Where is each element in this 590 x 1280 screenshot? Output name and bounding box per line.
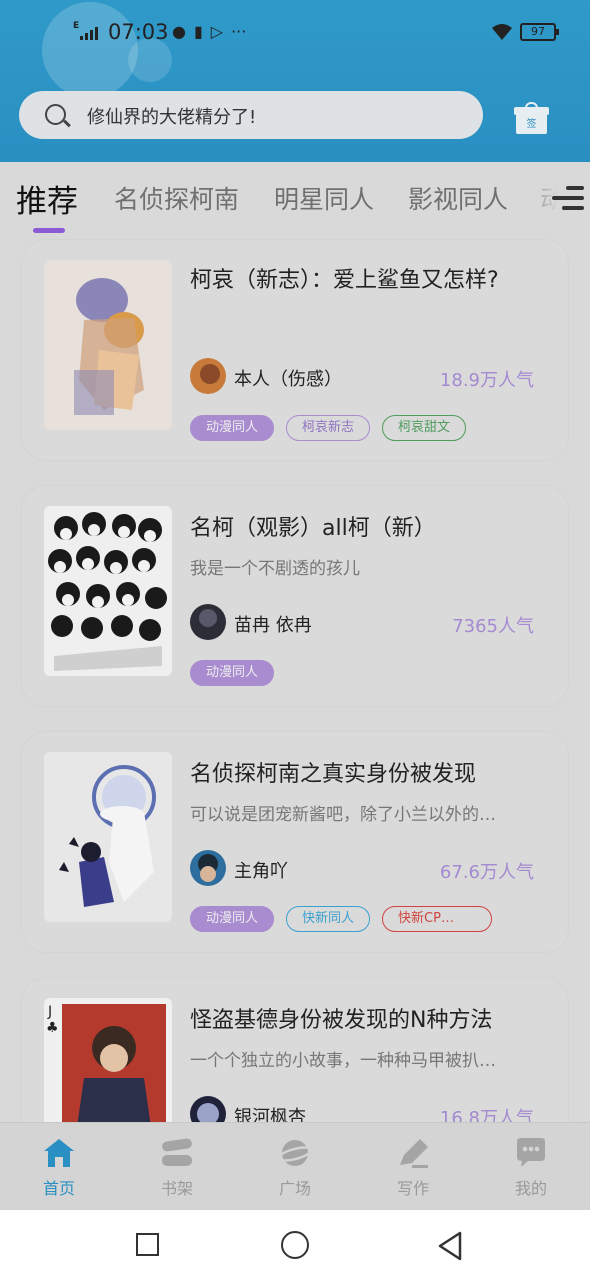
tag[interactable]: 动漫同人 (190, 660, 275, 686)
book-description: 一个个独立的小故事，一种种马甲被扒… (190, 1051, 496, 1071)
nav-me[interactable]: 我的 (491, 1137, 571, 1199)
nav-label: 我的 (514, 1179, 547, 1198)
category-menu-icon[interactable] (552, 186, 584, 214)
nav-write[interactable]: 写作 (373, 1137, 453, 1199)
nav-label: 书架 (160, 1179, 193, 1198)
decorative-bubble (42, 2, 138, 98)
nav-square[interactable]: 广场 (255, 1137, 335, 1199)
nav-label: 写作 (396, 1179, 429, 1198)
author-name: 本人（伤感） (234, 369, 342, 390)
book-title: 名柯（观影）all柯（新） (190, 516, 436, 541)
sign-in-gift-button[interactable]: 签 (514, 102, 549, 134)
notification-icons: ● ▮ ▷ ··· (172, 22, 246, 41)
more-dots-icon: ··· (231, 22, 247, 41)
tag[interactable]: 快新同人 (286, 906, 371, 932)
signal-icon (80, 26, 98, 40)
network-type: E (73, 21, 80, 31)
nav-home[interactable]: 首页 (19, 1137, 99, 1199)
book-card[interactable]: 柯哀（新志）：爱上鲨鱼又怎样? 本人（伤感） 18.9万人气 动漫同人 柯哀新志… (22, 240, 568, 460)
tab-film-tv[interactable]: 影视同人 (408, 180, 508, 216)
author-avatar (190, 604, 226, 640)
book-card[interactable]: 名柯（观影）all柯（新） 我是一个不剧透的孩儿 苗冉 依冉 7365人气 动漫… (22, 486, 568, 706)
bottom-navigation: 首页 书架 广场 写作 我的 (0, 1122, 590, 1210)
book-title: 名侦探柯南之真实身份被发现 (190, 762, 477, 787)
chat-bubble-icon (517, 1138, 545, 1167)
search-icon (45, 104, 66, 125)
book-title: 怪盗基德身份被发现的N种方法 (190, 1008, 493, 1033)
category-tabs: 推荐 名侦探柯南 明星同人 影视同人 动 (0, 162, 590, 234)
tag[interactable]: 动漫同人 (190, 415, 275, 441)
battery-indicator: 97 (520, 23, 559, 41)
search-bar[interactable]: 修仙界的大佬精分了! (19, 91, 483, 139)
popularity: 7365人气 (452, 616, 534, 637)
recent-apps-button[interactable] (136, 1233, 159, 1256)
home-button[interactable] (281, 1231, 309, 1259)
tag-list: 动漫同人 快新同人 快新CP… (190, 906, 493, 932)
nav-label: 首页 (42, 1179, 75, 1198)
book-cover (44, 260, 172, 430)
search-placeholder: 修仙界的大佬精分了! (87, 107, 257, 128)
book-card[interactable]: 名侦探柯南之真实身份被发现 可以说是团宠新酱吧，除了小兰以外的… 主角吖 67.… (22, 732, 568, 952)
status-time: 07:03 (108, 20, 169, 44)
author-name: 苗冉 依冉 (234, 615, 312, 636)
author-avatar (190, 850, 226, 886)
home-icon (44, 1139, 74, 1167)
author-name: 主角吖 (234, 861, 288, 882)
wifi-icon (490, 23, 514, 46)
book-description: 可以说是团宠新酱吧，除了小兰以外的… (190, 805, 496, 825)
svg-text:♣: ♣ (46, 1020, 59, 1036)
tag[interactable]: 柯哀新志 (286, 415, 371, 441)
tab-conan[interactable]: 名侦探柯南 (114, 180, 239, 216)
nav-bookshelf[interactable]: 书架 (137, 1137, 217, 1199)
tag-list: 动漫同人 (190, 660, 275, 686)
play-icon: ▷ (210, 22, 224, 41)
svg-text:J: J (47, 1004, 52, 1020)
tag[interactable]: 动漫同人 (190, 906, 275, 932)
tab-celebrity[interactable]: 明星同人 (274, 180, 374, 216)
popularity: 18.9万人气 (439, 370, 534, 391)
tab-recommend[interactable]: 推荐 (16, 176, 78, 221)
planet-icon (278, 1140, 312, 1166)
tag[interactable]: 柯哀甜文 (382, 415, 467, 441)
author-avatar (190, 358, 226, 394)
system-navigation-bar (0, 1210, 590, 1280)
status-bar: E 07:03 ● ▮ ▷ ··· 97 (0, 18, 590, 48)
app-header: E 07:03 ● ▮ ▷ ··· 97 修仙界的大佬精分了! 签 (0, 0, 590, 162)
bookshelf-icon (162, 1138, 192, 1166)
wechat-icon: ● (172, 22, 186, 41)
pen-icon (400, 1139, 428, 1168)
book-cover (44, 752, 172, 922)
gift-icon: 签 (516, 114, 547, 134)
back-button[interactable] (436, 1230, 464, 1262)
tab-active-indicator (33, 228, 65, 233)
book-title: 柯哀（新志）：爱上鲨鱼又怎样? (190, 268, 499, 293)
tag[interactable]: 快新CP… (382, 906, 493, 932)
book-description: 我是一个不剧透的孩儿 (190, 559, 360, 579)
nav-label: 广场 (278, 1179, 311, 1198)
tag-list: 动漫同人 柯哀新志 柯哀甜文 (190, 415, 467, 441)
book-cover (44, 506, 172, 676)
popularity: 67.6万人气 (439, 862, 534, 883)
book-icon: ▮ (193, 22, 203, 41)
